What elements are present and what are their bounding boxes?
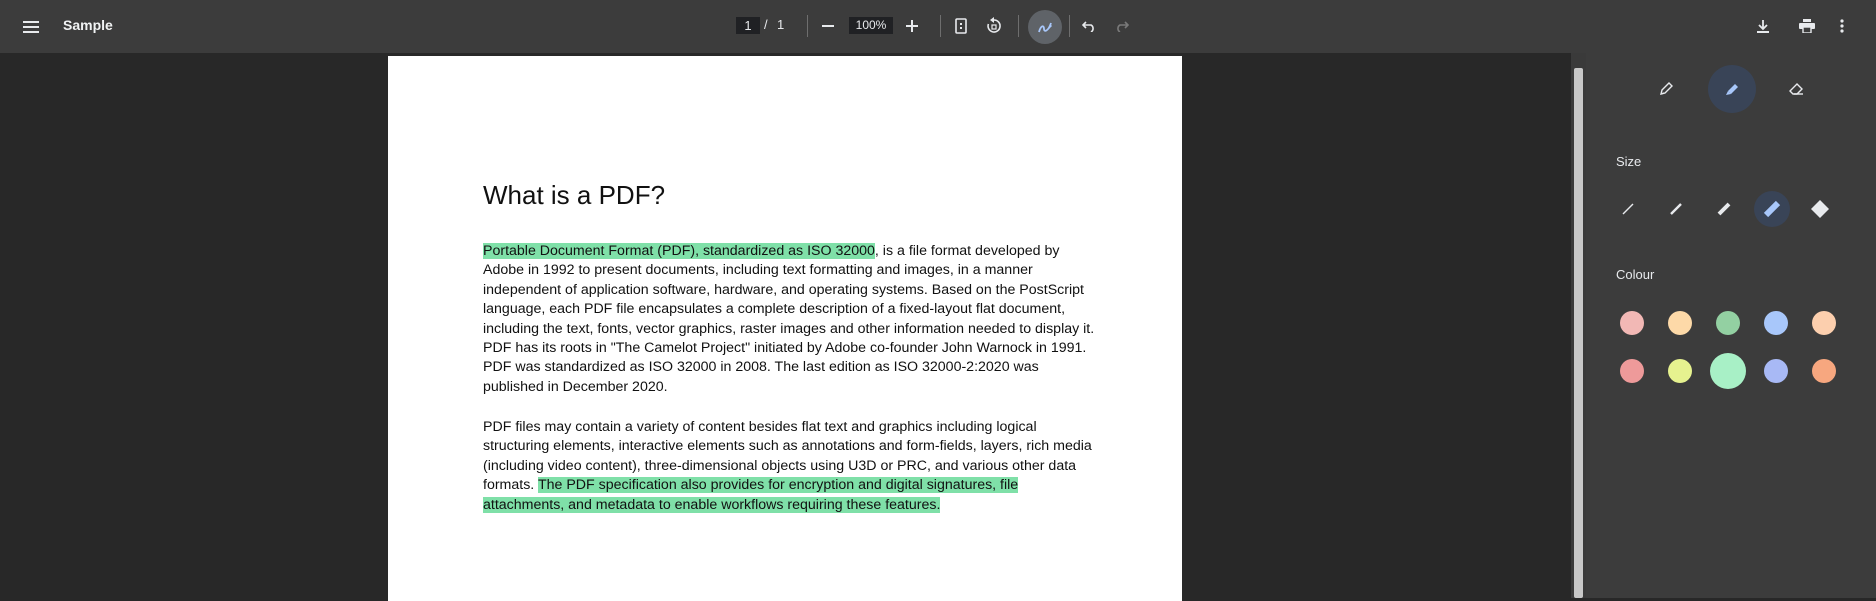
eraser-icon[interactable] [1772,65,1820,113]
fit-page-icon[interactable] [950,14,972,38]
page-heading: What is a PDF? [483,180,666,210]
colour-label: Colour [1616,267,1655,282]
colour-swatch[interactable] [1764,311,1788,335]
highlight-annotation[interactable]: Portable Document Format (PDF), standard… [483,243,875,259]
toolbar-divider [807,15,808,37]
colour-swatch[interactable] [1716,311,1740,335]
colour-swatch[interactable] [1668,359,1692,383]
highlighter-icon[interactable] [1708,65,1756,113]
document-title: Sample [63,17,113,33]
zoom-in-icon[interactable] [902,10,922,42]
size-option-1[interactable] [1610,191,1646,227]
toolbar-divider [940,15,941,37]
colour-swatch[interactable] [1668,311,1692,335]
size-label: Size [1616,154,1642,169]
annotate-icon[interactable] [1028,10,1062,44]
document-viewer[interactable]: What is a PDF? Portable Document Format … [0,53,1571,601]
page-separator: / [764,17,768,32]
paragraph-1: Portable Document Format (PDF), standard… [483,242,1097,397]
colour-swatch[interactable] [1812,311,1836,335]
rotate-icon[interactable] [983,14,1005,38]
menu-icon[interactable] [14,10,48,44]
size-option-3[interactable] [1706,191,1742,227]
paragraph-text: , is a file format developed by Adobe in… [483,243,1095,395]
pen-icon[interactable] [1642,65,1690,113]
colour-swatch[interactable] [1812,359,1836,383]
pdf-page[interactable]: What is a PDF? Portable Document Format … [388,56,1182,601]
scrollbar-thumb[interactable] [1574,68,1583,598]
toolbar-divider [1069,15,1070,37]
pdf-toolbar: Sample 1 / 1 100% [0,0,1876,53]
zoom-level-input[interactable]: 100% [849,17,893,34]
highlight-annotation[interactable]: The PDF specification also provides for … [483,477,1019,513]
paragraph-2: PDF files may contain a variety of conte… [483,418,1097,515]
page-total: 1 [777,17,785,32]
colour-swatch[interactable] [1620,359,1644,383]
print-icon[interactable] [1795,14,1819,38]
page-number-input[interactable]: 1 [736,17,760,34]
colour-swatch[interactable] [1764,359,1788,383]
size-option-4[interactable] [1754,191,1790,227]
colour-swatch[interactable] [1620,311,1644,335]
size-option-2[interactable] [1658,191,1694,227]
zoom-out-icon[interactable] [818,10,838,42]
annotation-panel: Size Colour [1586,53,1876,598]
size-option-5[interactable] [1802,191,1838,227]
redo-icon[interactable] [1111,14,1133,38]
download-icon[interactable] [1751,14,1775,38]
more-options-icon[interactable] [1832,14,1852,38]
undo-icon[interactable] [1078,14,1100,38]
toolbar-divider [1018,15,1019,37]
colour-swatch-selected[interactable] [1710,353,1746,389]
